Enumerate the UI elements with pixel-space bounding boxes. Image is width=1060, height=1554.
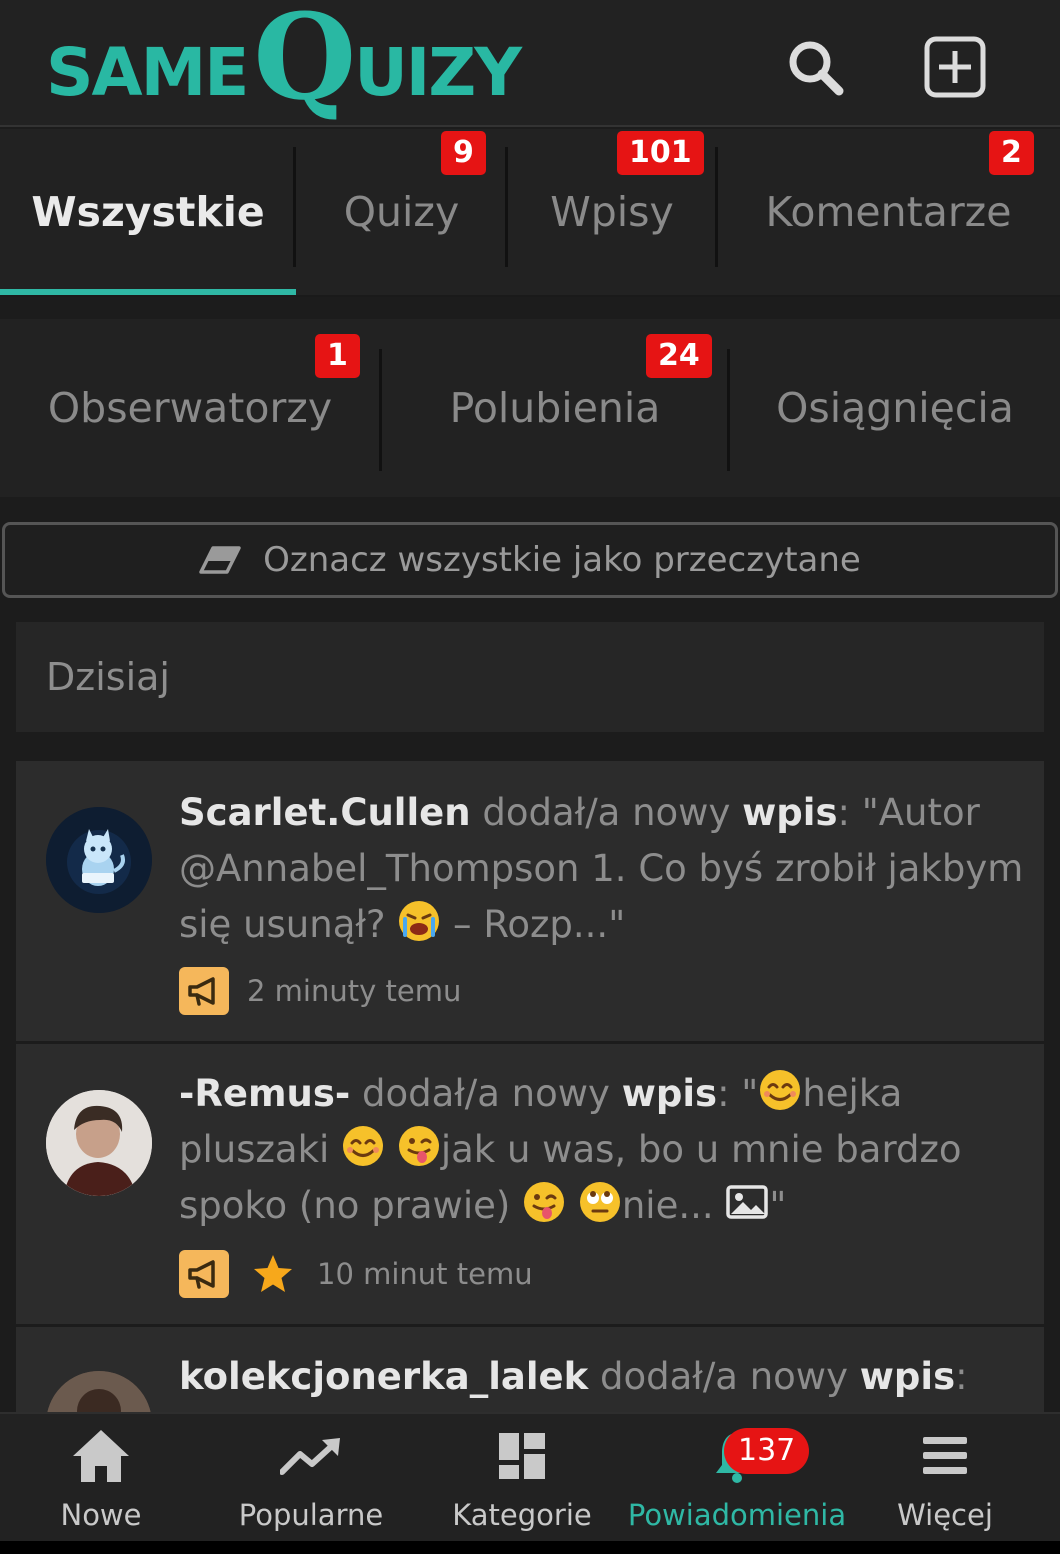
bottom-navigation: Nowe Popularne Kategorie Powiadomienia 1… [0, 1412, 1060, 1554]
notification-excerpt: : [955, 1355, 968, 1398]
section-heading-today: Dzisiaj [16, 622, 1044, 732]
tab-label: Quizy [343, 188, 460, 236]
notification-item[interactable]: Scarlet.Cullen dodał/a nowy wpis: "Autor… [16, 761, 1044, 1043]
tongue-wink-emoji-icon [398, 1126, 439, 1166]
menu-icon [913, 1426, 977, 1486]
smiling-face-emoji-icon [343, 1126, 384, 1166]
notification-text: -Remus- dodał/a nowy wpis: " hejka plusza… [179, 1066, 1029, 1234]
add-content-button[interactable] [920, 32, 990, 102]
crying-face-emoji-icon [399, 901, 440, 941]
plus-square-icon [924, 36, 986, 98]
nav-label: Powiadomienia [627, 1498, 847, 1532]
notification-excerpt-end: – Rozp..." [441, 903, 626, 946]
nav-label: Kategorie [452, 1498, 592, 1532]
tab-osiagniecia[interactable]: Osiągnięcia [730, 319, 1060, 497]
eraser-icon [199, 546, 241, 574]
notification-user[interactable]: -Remus- [179, 1072, 350, 1115]
logo-part-uizy: UIZY [354, 34, 522, 111]
logo-part-same: SAME [46, 34, 249, 111]
search-icon [789, 41, 844, 96]
nav-label: Popularne [238, 1498, 384, 1532]
avatar[interactable] [46, 1090, 152, 1196]
cat-avatar-image [46, 807, 152, 913]
notification-kind: wpis [621, 1072, 718, 1115]
grid-icon [490, 1426, 554, 1486]
notification-action: dodał/a nowy [361, 1072, 610, 1115]
nav-nowe[interactable]: Nowe [0, 1414, 202, 1544]
active-tab-indicator [0, 289, 296, 295]
nav-label: Więcej [897, 1498, 993, 1532]
home-icon [69, 1426, 133, 1486]
megaphone-icon [179, 1250, 229, 1298]
notification-time: 10 minut temu [317, 1257, 533, 1291]
notification-action: dodał/a nowy [482, 791, 731, 834]
nav-wiecej[interactable]: Więcej [850, 1414, 1040, 1544]
count-badge: 101 [617, 131, 704, 175]
count-badge: 2 [989, 131, 1034, 175]
system-bar [0, 1541, 1060, 1554]
notification-kind: wpis [859, 1355, 956, 1398]
notification-text: kolekcjonerka_lalek dodał/a nowy wpis: [179, 1349, 1029, 1405]
notification-user[interactable]: kolekcjonerka_lalek [179, 1355, 588, 1398]
star-icon [254, 1255, 292, 1292]
notification-time: 2 minuty temu [247, 974, 462, 1008]
smiling-face-emoji-icon [760, 1070, 801, 1110]
count-badge: 24 [646, 334, 712, 378]
notification-action: dodał/a nowy [600, 1355, 848, 1398]
notification-meta: 2 minuty temu [179, 967, 461, 1015]
top-header: SAME Q UIZY [0, 0, 1060, 127]
notification-item[interactable]: -Remus- dodał/a nowy wpis: " hejka plusza… [16, 1044, 1044, 1326]
notification-excerpt-end: " [769, 1184, 787, 1227]
tab-label: Komentarze [765, 188, 1012, 236]
tab-label: Obserwatorzy [47, 384, 333, 432]
tab-label: Wszystkie [31, 188, 265, 236]
image-icon [726, 1185, 769, 1219]
count-badge: 1 [315, 334, 360, 378]
notification-tabs-primary: Wszystkie Quizy 9 Wpisy 101 Komentarze 2 [0, 129, 1060, 297]
section-title: Dzisiaj [46, 655, 170, 699]
count-badge: 9 [441, 131, 486, 175]
notification-meta: 10 minut temu [179, 1250, 533, 1298]
nav-label: Nowe [60, 1498, 142, 1532]
notification-text: Scarlet.Cullen dodał/a nowy wpis: "Autor… [179, 785, 1029, 953]
person-avatar-image [46, 1090, 152, 1196]
tab-label: Osiągnięcia [776, 384, 1014, 432]
notification-tabs-secondary: Obserwatorzy 1 Polubienia 24 Osiągnięcia [0, 319, 1060, 497]
tab-label: Polubienia [449, 384, 661, 432]
notification-excerpt: : " [717, 1072, 759, 1115]
mark-all-read-button[interactable]: Oznacz wszystkie jako przeczytane [2, 522, 1058, 598]
mark-all-read-label: Oznacz wszystkie jako przeczytane [263, 540, 861, 580]
app-root: SAME Q UIZY Wszystkie Quizy 9 Wpisy 101 … [0, 0, 1060, 1554]
search-button[interactable] [780, 32, 850, 102]
avatar[interactable] [46, 807, 152, 913]
notification-kind: wpis [742, 791, 838, 834]
notification-user[interactable]: Scarlet.Cullen [179, 791, 471, 834]
tab-label: Wpisy [550, 188, 674, 236]
notification-count-badge: 137 [724, 1428, 810, 1474]
nav-kategorie[interactable]: Kategorie [420, 1414, 624, 1544]
samequizy-logo[interactable]: SAME Q UIZY [46, 0, 522, 118]
trending-icon [279, 1426, 343, 1486]
tongue-wink-emoji-icon [524, 1182, 565, 1222]
nav-popularne[interactable]: Popularne [202, 1414, 420, 1544]
megaphone-icon [179, 967, 229, 1015]
eye-roll-emoji-icon [579, 1182, 620, 1222]
notification-excerpt: nie... [621, 1184, 726, 1227]
logo-part-q: Q [253, 0, 357, 126]
tab-wszystkie[interactable]: Wszystkie [0, 129, 296, 295]
